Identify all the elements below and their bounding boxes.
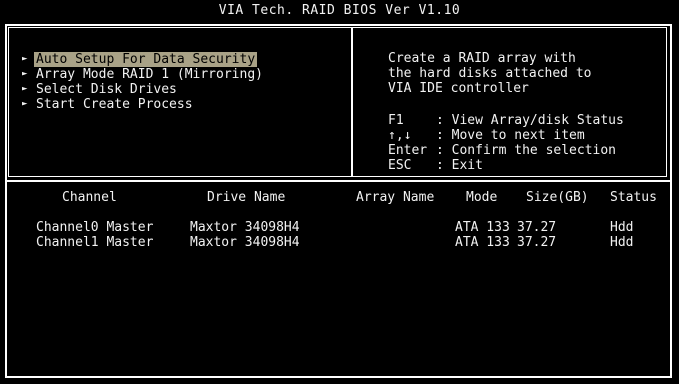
key-row-esc: ESC : Exit (388, 158, 624, 173)
cell-status: Hdd (610, 220, 634, 235)
cell-size: 37.27 (517, 235, 557, 250)
cell-drive-name: Maxtor 34098H4 (190, 220, 300, 235)
key-row-f1: F1 : View Array/disk Status (388, 113, 624, 128)
key-desc: : Move to next item (436, 128, 585, 143)
arrow-right-icon: ► (22, 69, 28, 79)
cell-channel: Channel1 Master (36, 235, 154, 250)
panel-divider (351, 27, 353, 177)
cell-channel: Channel0 Master (36, 220, 154, 235)
menu-item-label: Select Disk Drives (36, 82, 177, 97)
menu-item-label: Auto Setup For Data Security (34, 52, 258, 67)
key-name: Enter (388, 143, 428, 158)
arrow-right-icon: ► (22, 99, 28, 109)
menu-item-array-mode[interactable]: ► Array Mode RAID 1 (Mirroring) (22, 67, 265, 82)
cell-mode: ATA 133 (455, 235, 510, 250)
menu-item-start-create[interactable]: ► Start Create Process (22, 97, 265, 112)
bios-screen: VIA Tech. RAID BIOS Ver V1.10 ► Auto Set… (0, 0, 679, 384)
menu-item-select-disk[interactable]: ► Select Disk Drives (22, 82, 265, 97)
help-line: Create a RAID array with (388, 51, 576, 66)
cell-size: 37.27 (517, 220, 557, 235)
help-text: Create a RAID array with the hard disks … (388, 51, 592, 96)
menu-item-auto-setup[interactable]: ► Auto Setup For Data Security (22, 52, 265, 67)
section-divider (5, 180, 672, 182)
key-desc: : Confirm the selection (436, 143, 617, 158)
column-header-size: Size(GB) (526, 190, 589, 205)
key-legend: F1 : View Array/disk Status ↑,↓ : Move t… (388, 113, 624, 173)
key-row-enter: Enter : Confirm the selection (388, 143, 624, 158)
column-header-mode: Mode (466, 190, 498, 205)
arrow-right-icon: ► (22, 54, 28, 64)
column-header-channel: Channel (62, 190, 117, 205)
column-header-array-name: Array Name (356, 190, 435, 205)
help-line: VIA IDE controller (388, 81, 529, 96)
key-name: F1 (388, 113, 404, 128)
setup-menu: ► Auto Setup For Data Security ► Array M… (22, 52, 265, 112)
bios-title: VIA Tech. RAID BIOS Ver V1.10 (218, 3, 461, 18)
help-line: the hard disks attached to (388, 66, 592, 81)
arrow-right-icon: ► (22, 84, 28, 94)
menu-item-label: Start Create Process (36, 97, 193, 112)
key-name: ↑,↓ (388, 128, 412, 143)
cell-status: Hdd (610, 235, 634, 250)
cell-mode: ATA 133 (455, 220, 510, 235)
key-desc: : View Array/disk Status (436, 113, 624, 128)
cell-drive-name: Maxtor 34098H4 (190, 235, 300, 250)
key-row-arrows: ↑,↓ : Move to next item (388, 128, 624, 143)
key-desc: : Exit (436, 158, 483, 173)
key-name: ESC (388, 158, 412, 173)
column-header-drive-name: Drive Name (207, 190, 286, 205)
column-header-status: Status (610, 190, 657, 205)
menu-item-label: Array Mode RAID 1 (Mirroring) (36, 67, 263, 82)
